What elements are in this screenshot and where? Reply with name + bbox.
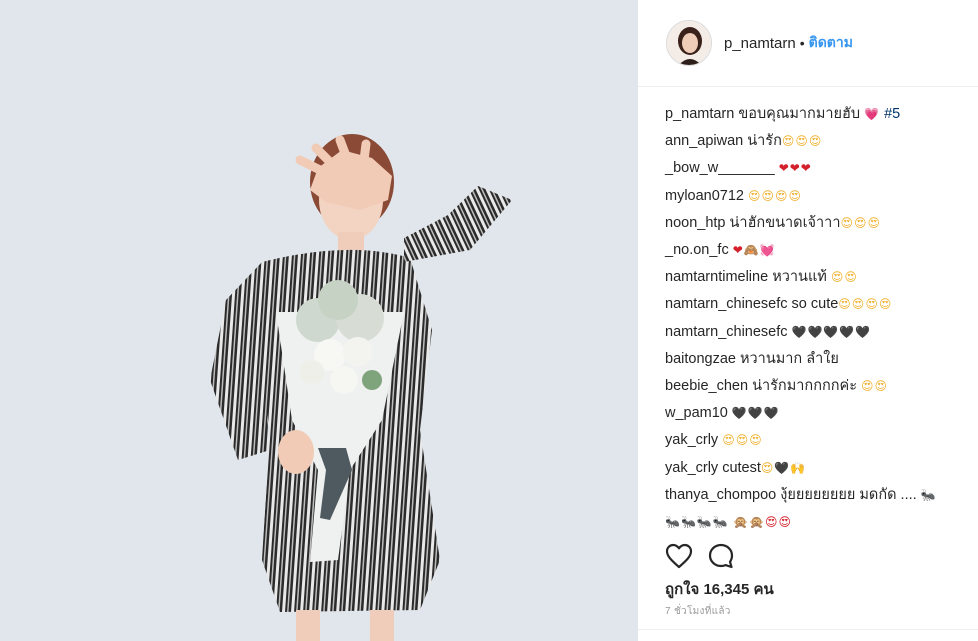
comment-text: หวานแท้ [768,269,831,286]
comment-item: yak_crly cutest😍🖤🙌 [665,455,975,482]
comment-text: น่ารัก [743,133,782,150]
comment-username[interactable]: namtarn_chinesefc [665,296,788,312]
comment-emoji: 😍😍😍 [722,433,763,448]
comment-item: w_pam10 🖤🖤🖤 [665,400,975,427]
comment-username[interactable]: _no.on_fc [665,242,729,258]
comment-item: beebie_chen น่ารักมากกกกค่ะ 😍😍 [665,373,975,400]
comment-username[interactable]: namtarntimeline [665,269,768,285]
comment-bubble-icon[interactable] [707,542,735,570]
post-photo[interactable] [0,0,638,641]
comment-item: namtarn_chinesefc so cute😍😍😍😍 [665,291,975,318]
comment-emoji: 💗 [864,107,881,121]
comment-item: baitongzae หวานมาก ลำใย [665,346,975,373]
comment-item: _bow_w_______ ❤❤❤ [665,155,975,182]
divider [638,629,978,630]
comment-item: namtarn_chinesefc 🖤🖤🖤🖤🖤 [665,319,975,346]
comment-text: น่าฮักขนาดเจ้าาา [725,214,841,231]
comment-item: _no.on_fc ❤🙈💓 [665,237,975,264]
comment-text: ขอบคุณมากมายฮับ [734,106,865,122]
avatar-image [667,21,711,65]
comment-emoji: ❤🙈💓 [732,243,776,258]
header-username[interactable]: p_namtarn [724,35,796,52]
comment-username[interactable]: w_pam10 [665,405,728,421]
comment-username[interactable]: baitongzae [665,351,736,367]
comment-emoji: 🐜 [920,487,937,502]
comment-username[interactable]: namtarn_chinesefc [665,324,788,340]
avatar[interactable] [666,20,712,66]
comment-text: cutest [718,459,761,476]
comment-username[interactable]: ann_apiwan [665,133,743,149]
hashtag-link[interactable]: #5 [880,106,900,122]
follow-button[interactable]: ติดตาม [809,32,853,54]
post-side-panel: p_namtarn • ติดตาม p_namtarn ขอบคุณมากมา… [638,0,978,641]
comment-emoji: 😍😍😍 [840,215,881,230]
comment-text: น่ารักมากกกกค่ะ [748,378,862,395]
comment-emoji: 😍😍😍😍 [838,297,893,312]
post-image [0,0,638,641]
separator-dot: • [799,35,805,51]
comment-item: p_namtarn ขอบคุณมากมายฮับ 💗 #5 [665,101,975,128]
comment-emoji: 😍😍 [830,270,858,285]
heart-outline-icon[interactable] [665,543,693,569]
comment-username[interactable]: _bow_w_______ [665,160,775,176]
comment-emoji: 😍🖤🙌 [760,460,807,475]
comment-item: namtarntimeline หวานแท้ 😍😍 [665,264,975,291]
post-header: p_namtarn • ติดตาม [638,0,978,87]
comment-item: yak_crly 😍😍😍 [665,427,975,454]
comment-emoji: ❤❤❤ [778,161,812,176]
comment-username[interactable]: noon_htp [665,215,725,231]
comment-emoji: 🖤🖤🖤🖤🖤 [791,324,872,339]
comment-item-continuation: 🐜🐜🐜🐜 🙊🙊😍😍 [665,509,975,536]
comment-item: ann_apiwan น่ารัก😍😍😍 [665,128,975,155]
comment-item: noon_htp น่าฮักขนาดเจ้าาา😍😍😍 [665,210,975,237]
comment-emoji: 😍😍😍😍 [748,188,803,203]
comment-text: งุ้ยยยยยยยย มดกัด .... [776,486,921,503]
likes-count[interactable]: ถูกใจ 16,345 คน [665,577,774,601]
comment-emoji: 😍😍 [861,379,889,394]
comment-emoji: 🐜🐜🐜🐜 🙊🙊😍😍 [665,515,793,530]
comment-username[interactable]: myloan0712 [665,188,744,204]
comment-item: myloan0712 😍😍😍😍 [665,183,975,210]
comment-emoji: 😍😍😍 [781,134,823,149]
comment-username[interactable]: beebie_chen [665,378,748,394]
comment-list: p_namtarn ขอบคุณมากมายฮับ 💗 #5 ann_apiwa… [665,101,975,536]
comment-username[interactable]: yak_crly [665,460,718,476]
comment-text: so cute [787,296,839,313]
post-actions [665,540,965,572]
comment-username[interactable]: yak_crly [665,432,718,448]
comment-emoji: 🖤🖤🖤 [731,406,780,421]
post-timestamp[interactable]: 7 ชั่วโมงที่แล้ว [665,604,731,619]
comment-username[interactable]: thanya_chompoo [665,487,776,503]
comment-item: thanya_chompoo งุ้ยยยยยยยย มดกัด .... 🐜 [665,482,975,509]
comment-text: หวานมาก ลำใย [735,350,839,367]
comment-username[interactable]: p_namtarn [665,106,734,122]
